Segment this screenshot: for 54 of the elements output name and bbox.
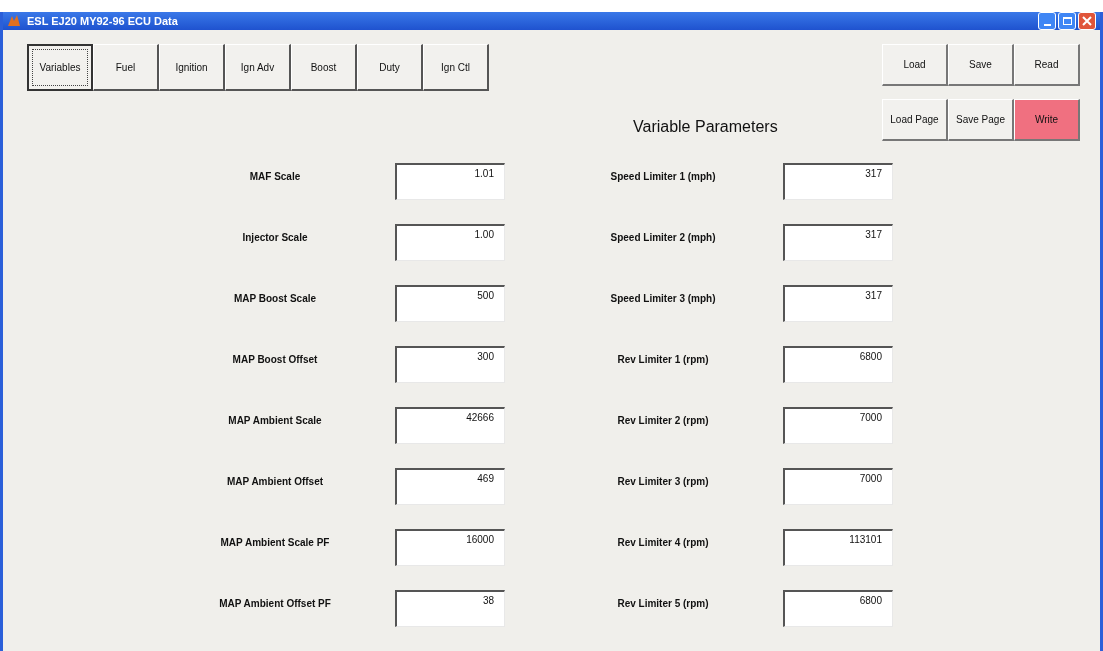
close-icon [1082, 16, 1092, 26]
toolbar-button[interactable]: Load [882, 44, 948, 86]
input-field[interactable]: 42666 [395, 407, 505, 444]
input-field[interactable]: 16000 [395, 529, 505, 566]
input-field[interactable]: 6800 [783, 590, 893, 627]
tab[interactable]: Ign Adv [225, 44, 291, 91]
minimize-button[interactable] [1038, 12, 1056, 30]
field-label: Speed Limiter 2 (mph) [609, 231, 717, 245]
section-heading: Variable Parameters [633, 117, 779, 137]
close-button[interactable] [1078, 12, 1096, 30]
field-label: Rev Limiter 5 (rpm) [616, 597, 710, 611]
minimize-icon [1043, 24, 1051, 26]
toolbar-button[interactable]: Read [1014, 44, 1080, 86]
input-field[interactable]: 317 [783, 163, 893, 200]
field-label: Rev Limiter 4 (rpm) [616, 536, 710, 550]
input-field[interactable]: 500 [395, 285, 505, 322]
field-label: Speed Limiter 1 (mph) [609, 170, 717, 184]
input-field[interactable]: 1.01 [395, 163, 505, 200]
tab[interactable]: Duty [357, 44, 423, 91]
field-label: MAF Scale [248, 170, 302, 184]
tab[interactable]: Boost [291, 44, 357, 91]
input-field[interactable]: 300 [395, 346, 505, 383]
input-field[interactable]: 6800 [783, 346, 893, 383]
toolbar-button[interactable]: Load Page [882, 99, 948, 141]
input-field[interactable]: 317 [783, 224, 893, 261]
input-field[interactable]: 113101 [783, 529, 893, 566]
field-label: Rev Limiter 1 (rpm) [616, 353, 710, 367]
input-field[interactable]: 469 [395, 468, 505, 505]
input-field[interactable]: 7000 [783, 468, 893, 505]
field-label: Rev Limiter 3 (rpm) [616, 475, 710, 489]
input-field[interactable]: 38 [395, 590, 505, 627]
field-label: Injector Scale [241, 231, 309, 245]
input-field[interactable]: 7000 [783, 407, 893, 444]
toolbar-button[interactable]: Write [1014, 99, 1080, 141]
field-label: Rev Limiter 2 (rpm) [616, 414, 710, 428]
field-label: MAP Ambient Scale PF [219, 536, 331, 550]
maximize-icon [1062, 17, 1072, 25]
field-label: Speed Limiter 3 (mph) [609, 292, 717, 306]
field-label: MAP Boost Scale [232, 292, 318, 306]
field-label: MAP Ambient Scale [227, 414, 323, 428]
input-field[interactable]: 1.00 [395, 224, 505, 261]
field-label: MAP Ambient Offset PF [218, 597, 332, 611]
tab[interactable]: Ign Ctl [423, 44, 489, 91]
field-label: MAP Ambient Offset [225, 475, 325, 489]
tab[interactable]: Fuel [93, 44, 159, 91]
toolbar-button[interactable]: Save Page [948, 99, 1014, 141]
toolbar-button[interactable]: Save [948, 44, 1014, 86]
app-icon [7, 14, 21, 28]
window-title: ESL EJ20 MY92-96 ECU Data [27, 13, 178, 29]
tab[interactable]: Ignition [159, 44, 225, 91]
input-field[interactable]: 317 [783, 285, 893, 322]
field-label: MAP Boost Offset [231, 353, 319, 367]
maximize-button[interactable] [1058, 12, 1076, 30]
tab[interactable]: Variables [27, 44, 93, 91]
